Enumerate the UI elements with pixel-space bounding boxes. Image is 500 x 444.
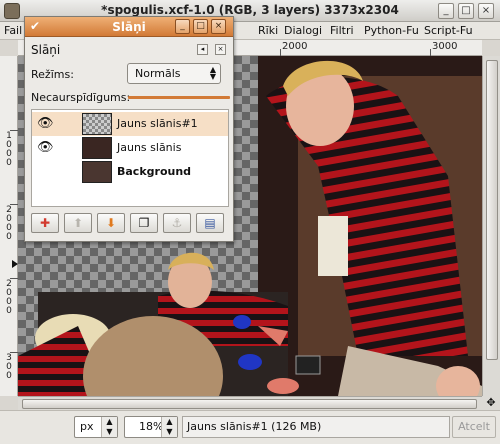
visibility-eye-icon[interactable]: 👁: [37, 117, 54, 130]
menu-script-fu[interactable]: Script-Fu: [424, 24, 473, 37]
vertical-scrollbar[interactable]: [482, 56, 500, 396]
delete-layer-button[interactable]: ▤: [196, 213, 224, 233]
mode-value: Normāls: [135, 67, 181, 80]
layer-buttons-bar: ✚ ⬆ ⬇ ❐ ⚓ ▤: [29, 213, 229, 235]
zoom-value: 18%: [139, 420, 164, 433]
raise-icon: ⬆: [72, 216, 84, 230]
status-message: Jauns slānis#1 (126 MB): [182, 416, 450, 438]
menu-filters[interactable]: Filtri: [330, 24, 354, 37]
layer-list[interactable]: 👁 Jauns slānis#1 👁 Jauns slānis Backgrou…: [31, 109, 229, 207]
hruler-label-3000: 3000: [432, 41, 458, 52]
visibility-eye-icon[interactable]: 👁: [37, 141, 54, 154]
statusbar: px ▲ ▼ 18% ▲ ▼ Jauns slānis#1 (126 MB) Atc…: [0, 410, 500, 444]
mode-select[interactable]: Normāls ▲ ▼: [127, 63, 221, 84]
layers-tab-label[interactable]: Slāņi: [31, 43, 60, 57]
menu-file[interactable]: Fail: [4, 24, 22, 37]
layer-name[interactable]: Jauns slānis#1: [117, 117, 198, 130]
vruler-label-2000b: 2000: [6, 279, 12, 316]
tab-close-icon[interactable]: ×: [215, 44, 226, 55]
mode-dropdown-icon: ▲ ▼: [209, 65, 216, 81]
horizontal-scrollbar[interactable]: [18, 396, 482, 410]
vertical-scroll-thumb[interactable]: [486, 60, 498, 360]
maximize-button[interactable]: □: [458, 3, 474, 19]
dock-close-button[interactable]: ×: [211, 19, 226, 34]
dock-titlebar[interactable]: ✔ Slāņi _ □ ×: [25, 17, 233, 37]
delete-icon: ▤: [204, 216, 216, 230]
horizontal-scroll-thumb[interactable]: [22, 399, 477, 409]
layer-name[interactable]: Jauns slānis: [117, 141, 181, 154]
window-title: *spogulis.xcf-1.0 (RGB, 3 layers) 3373x2…: [101, 3, 399, 17]
anchor-icon: ⚓: [171, 216, 183, 230]
layers-dock: ✔ Slāņi _ □ × Slāņi ◂ × Režīms: Normāls …: [24, 16, 234, 242]
zoom-select[interactable]: 18% ▲ ▼: [124, 416, 178, 438]
navigate-icon[interactable]: ✥: [482, 396, 500, 410]
unit-spin-icon[interactable]: ▲ ▼: [101, 417, 117, 437]
tab-menu-icon[interactable]: ◂: [197, 44, 208, 55]
layer-row[interactable]: 👁 Jauns slānis: [32, 136, 228, 160]
menu-python-fu[interactable]: Python-Fu: [364, 24, 419, 37]
layer-thumbnail: [82, 137, 112, 159]
lower-layer-button[interactable]: ⬇: [97, 213, 125, 233]
layer-row[interactable]: 👁 Jauns slānis#1: [32, 112, 228, 136]
vruler-label-3000: 300: [6, 353, 12, 381]
dock-minimize-button[interactable]: _: [175, 19, 190, 34]
vruler-label-2000: 2000: [6, 205, 12, 242]
hruler-label-2000: 2000: [282, 41, 308, 52]
flowers: [318, 216, 348, 276]
raise-layer-button[interactable]: ⬆: [64, 213, 92, 233]
vertical-ruler[interactable]: 1000 2000 2000 300: [0, 56, 18, 396]
layer-name[interactable]: Background: [117, 165, 191, 178]
opacity-label: Necaurspīdīgums:: [31, 91, 131, 104]
new-layer-button[interactable]: ✚: [31, 213, 59, 233]
layer-row[interactable]: Background: [32, 160, 228, 184]
mode-label: Režīms:: [31, 68, 74, 81]
close-button[interactable]: ×: [478, 3, 494, 19]
dock-maximize-button[interactable]: □: [193, 19, 208, 34]
vruler-label-1000: 1000: [6, 131, 12, 168]
menu-tools[interactable]: Rīki: [258, 24, 278, 37]
minimize-button[interactable]: _: [438, 3, 454, 19]
duplicate-layer-button[interactable]: ❐: [130, 213, 158, 233]
lower-icon: ⬇: [105, 216, 117, 230]
cancel-button[interactable]: Atcelt: [452, 416, 496, 438]
unit-value: px: [80, 420, 94, 433]
anchor-layer-button[interactable]: ⚓: [163, 213, 191, 233]
layer-thumbnail: [82, 161, 112, 183]
menu-dialogs[interactable]: Dialogi: [284, 24, 322, 37]
layer-thumbnail: [82, 113, 112, 135]
unit-select[interactable]: px ▲ ▼: [74, 416, 118, 438]
new-layer-icon: ✚: [39, 216, 51, 230]
opacity-slider[interactable]: [128, 96, 230, 99]
duplicate-icon: ❐: [138, 216, 150, 230]
zoom-spin-icon[interactable]: ▲ ▼: [161, 417, 177, 437]
